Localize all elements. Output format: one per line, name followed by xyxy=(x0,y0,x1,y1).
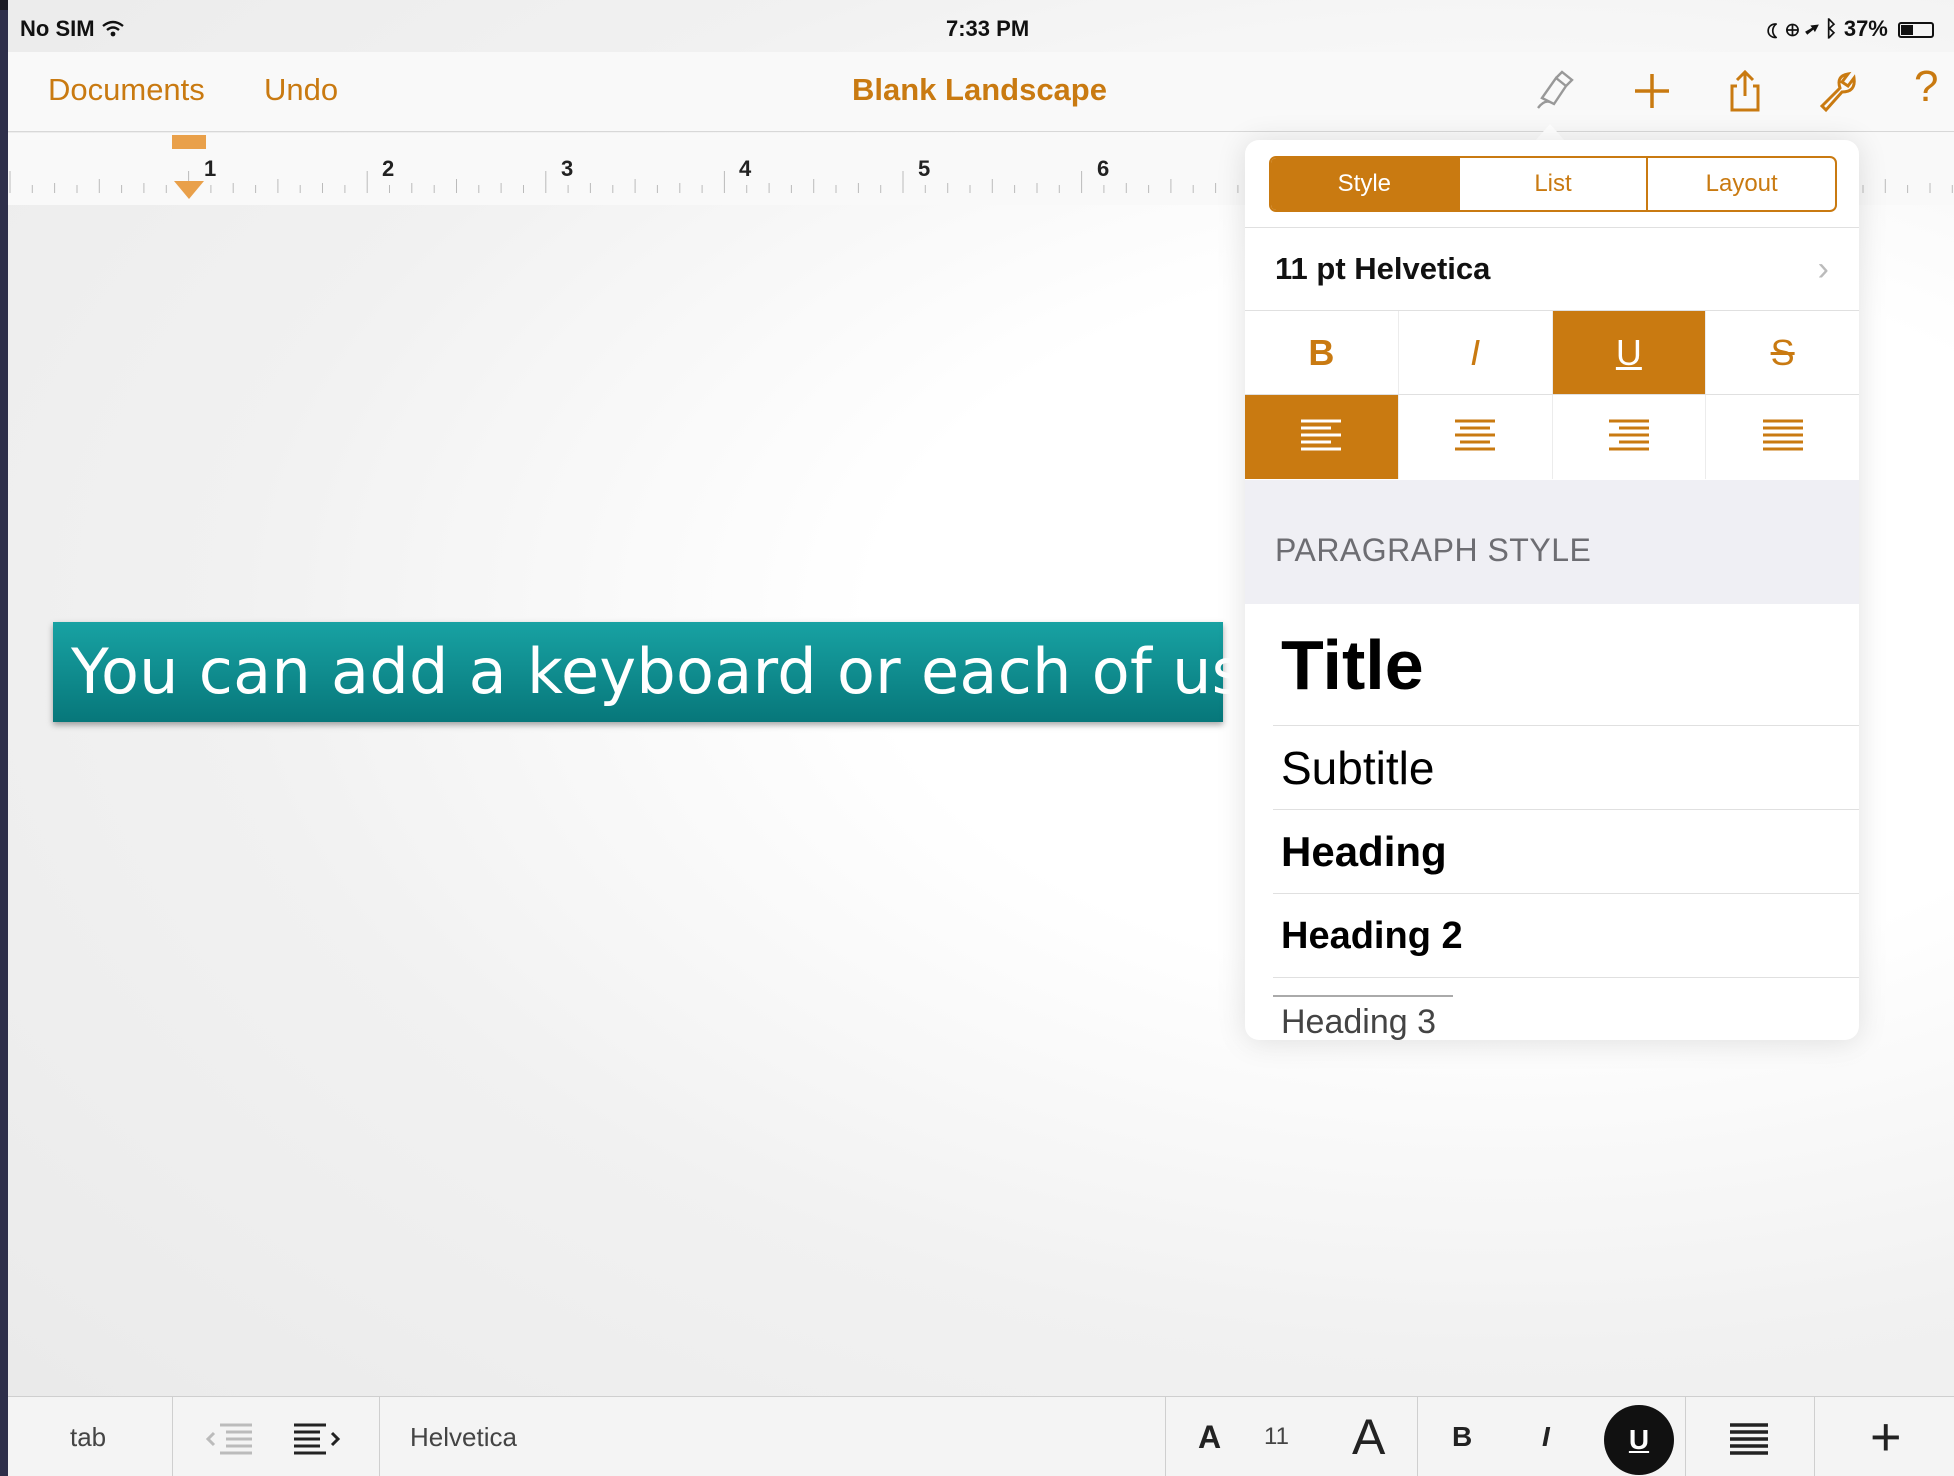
text-style-row: B I U S xyxy=(1245,311,1859,395)
carrier-label: No SIM xyxy=(20,16,125,42)
tab-key[interactable]: tab xyxy=(70,1397,106,1476)
clock: 7:33 PM xyxy=(946,16,1030,41)
font-label: 11 pt Helvetica xyxy=(1275,251,1491,286)
outdent-icon xyxy=(205,1423,252,1455)
align-left-icon xyxy=(1301,419,1342,451)
toolbar-divider xyxy=(1814,1397,1815,1476)
toolbar-divider xyxy=(379,1397,380,1476)
toolbar-divider xyxy=(1417,1397,1418,1476)
battery-icon xyxy=(1898,22,1934,38)
font-selector[interactable]: 11 pt Helvetica › xyxy=(1245,227,1859,311)
align-left-button[interactable] xyxy=(1245,395,1399,479)
share-icon[interactable] xyxy=(1718,64,1772,118)
tutorial-caption: You can add a keyboard or each of use. xyxy=(53,622,1302,722)
toolbar-divider xyxy=(172,1397,173,1476)
strikethrough-label: S xyxy=(1770,331,1795,373)
underline-button[interactable]: U xyxy=(1552,311,1707,394)
tab-list[interactable]: List xyxy=(1457,158,1647,210)
alignment-row xyxy=(1245,395,1859,479)
ipad-screen: No SIM 7:33 PM ☾ ⊕ ➚ ᛒ 37% Documents Und… xyxy=(8,0,1954,1476)
undo-button[interactable]: Undo xyxy=(264,72,338,108)
paragraph-style-title[interactable]: Title xyxy=(1273,604,1859,726)
battery-percent: 37% xyxy=(1843,16,1888,41)
documents-button[interactable]: Documents xyxy=(48,72,205,108)
ruler-number: 6 xyxy=(1097,156,1110,181)
strikethrough-button[interactable]: S xyxy=(1706,311,1859,394)
paragraph-style-header: PARAGRAPH STYLE xyxy=(1245,480,1859,604)
status-icons: ☾ ⊕ ➚ ᛒ 37% xyxy=(1767,16,1934,42)
decrease-font-size-button[interactable]: A xyxy=(1198,1397,1221,1476)
italic-toolbar-button[interactable]: I xyxy=(1542,1397,1550,1476)
chevron-right-icon: › xyxy=(1817,250,1829,288)
font-size-value: 11 xyxy=(1264,1423,1289,1450)
bluetooth-icon: ᛒ xyxy=(1824,16,1838,41)
underline-label: U xyxy=(1615,331,1642,373)
carrier-text: No SIM xyxy=(20,16,95,41)
moon-icon: ☾ xyxy=(1766,16,1780,41)
section-header-label: PARAGRAPH STYLE xyxy=(1275,532,1592,568)
ruler-number: 2 xyxy=(382,156,395,181)
insert-button[interactable]: + xyxy=(1870,1397,1902,1476)
format-popover: Style List Layout 11 pt Helvetica › B I … xyxy=(1245,140,1859,1040)
status-bar: No SIM 7:33 PM ☾ ⊕ ➚ ᛒ 37% xyxy=(8,10,1954,50)
justify-icon xyxy=(1762,419,1803,451)
underline-toolbar-button[interactable]: U xyxy=(1604,1405,1674,1475)
paragraph-style-heading-3[interactable]: Heading 3 xyxy=(1273,995,1453,1040)
italic-button[interactable]: I xyxy=(1399,311,1553,394)
align-toolbar-button[interactable] xyxy=(1726,1397,1772,1476)
align-right-icon xyxy=(1608,419,1649,451)
ruler-number: 4 xyxy=(739,156,752,181)
toolbar-divider xyxy=(1685,1397,1686,1476)
paragraph-style-subtitle[interactable]: Subtitle xyxy=(1273,726,1859,810)
format-segmented-control: Style List Layout xyxy=(1269,156,1837,212)
paragraph-style-heading[interactable]: Heading xyxy=(1273,810,1859,894)
align-right-button[interactable] xyxy=(1553,395,1707,479)
navigation-bar: Documents Undo Blank Landscape ? xyxy=(8,52,1954,132)
bold-label: B xyxy=(1308,331,1335,373)
keyboard-toolbar: tab Helvetica A 11 A B I U + xyxy=(8,1396,1954,1476)
toolbar-divider xyxy=(1165,1397,1166,1476)
align-left-icon xyxy=(1730,1423,1768,1455)
bold-toolbar-button[interactable]: B xyxy=(1452,1397,1472,1476)
help-icon[interactable]: ? xyxy=(1914,62,1938,112)
outdent-button[interactable] xyxy=(202,1397,262,1476)
align-center-icon xyxy=(1455,419,1496,451)
plus-icon[interactable] xyxy=(1625,64,1679,118)
indent-button[interactable] xyxy=(288,1397,348,1476)
ruler-number: 1 xyxy=(204,156,217,181)
indent-icon xyxy=(294,1423,341,1455)
paragraph-style-heading-2[interactable]: Heading 2 xyxy=(1273,894,1859,978)
wifi-icon xyxy=(101,16,125,41)
justify-button[interactable] xyxy=(1706,395,1859,479)
bold-button[interactable]: B xyxy=(1245,311,1399,394)
ruler-number: 3 xyxy=(561,156,574,181)
format-brush-icon[interactable] xyxy=(1528,64,1582,118)
left-indent-marker xyxy=(174,181,204,199)
ruler-number: 5 xyxy=(918,156,931,181)
tab-style[interactable]: Style xyxy=(1271,158,1458,210)
italic-label: I xyxy=(1470,331,1481,373)
increase-font-size-button[interactable]: A xyxy=(1352,1397,1385,1476)
location-icon: ➚ xyxy=(1805,16,1819,41)
document-title: Blank Landscape xyxy=(852,72,1107,107)
first-line-indent-marker xyxy=(172,135,206,149)
font-name-button[interactable]: Helvetica xyxy=(410,1397,517,1476)
wrench-icon[interactable] xyxy=(1810,64,1864,118)
tab-layout[interactable]: Layout xyxy=(1646,158,1835,210)
align-center-button[interactable] xyxy=(1399,395,1553,479)
rotation-lock-icon: ⊕ xyxy=(1785,16,1800,41)
